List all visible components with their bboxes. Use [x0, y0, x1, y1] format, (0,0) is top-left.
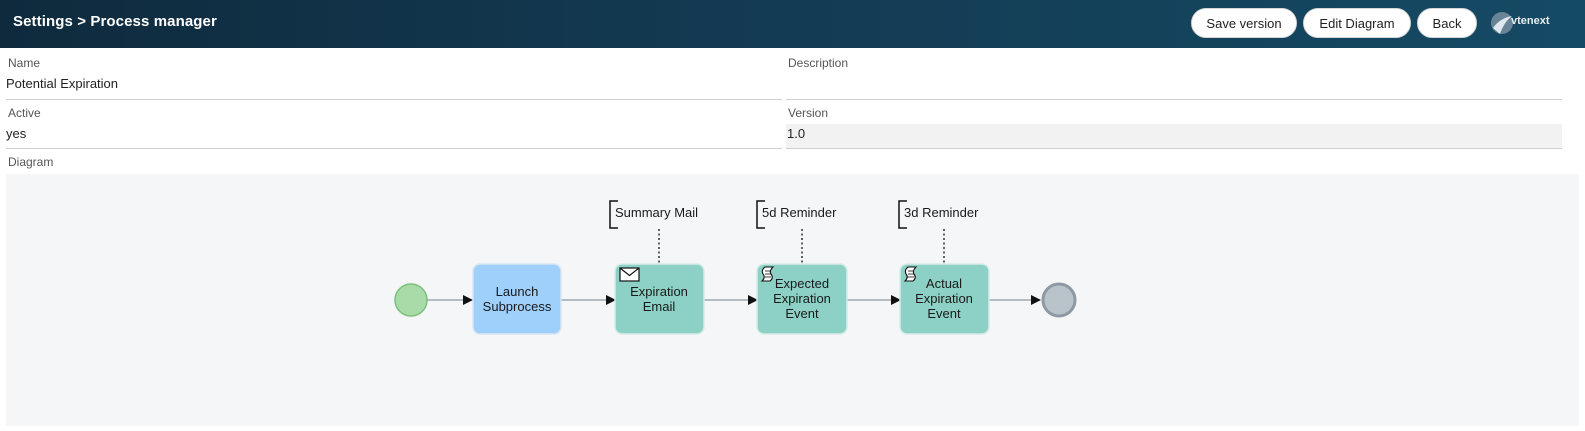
annotation-text: 3d Reminder [904, 205, 979, 220]
description-underline [786, 99, 1562, 100]
task-label-line: Event [785, 306, 819, 321]
annotation-text: 5d Reminder [762, 205, 837, 220]
back-button[interactable]: Back [1417, 8, 1477, 38]
edit-diagram-button[interactable]: Edit Diagram [1303, 8, 1411, 38]
top-bar: Settings > Process manager Save version … [0, 0, 1585, 48]
task-label-line: Subprocess [483, 299, 552, 314]
script-icon [903, 266, 918, 282]
annotation-3d-reminder[interactable]: 3d Reminder [898, 200, 979, 263]
breadcrumb: Settings > Process manager [13, 13, 217, 30]
script-icon [760, 266, 775, 282]
envelope-icon [619, 267, 640, 282]
name-label: Name [8, 56, 41, 70]
version-field [786, 124, 1562, 149]
task-expiration-email[interactable]: Expiration Email [614, 263, 705, 335]
task-label-line: Expiration [630, 284, 688, 299]
annotation-text: Summary Mail [615, 205, 698, 220]
start-event[interactable] [394, 283, 428, 317]
description-label: Description [788, 56, 849, 70]
end-event[interactable] [1041, 282, 1077, 318]
annotation-5d-reminder[interactable]: 5d Reminder [756, 200, 837, 263]
vtenext-logo: vtenext [1490, 10, 1570, 38]
diagram-label: Diagram [8, 155, 54, 169]
task-actual-expiration-event[interactable]: Actual Expiration Event [899, 263, 990, 335]
task-label-line: Expiration [915, 291, 973, 306]
task-launch-subprocess[interactable]: Launch Subprocess [472, 263, 562, 335]
task-label-line: Expiration [773, 291, 831, 306]
task-expected-expiration-event[interactable]: Expected Expiration Event [756, 263, 848, 335]
task-label-line: Expected [775, 276, 829, 291]
version-label: Version [788, 106, 829, 120]
task-label-line: Launch [496, 284, 539, 299]
active-label: Active [8, 106, 41, 120]
name-value: Potential Expiration [6, 76, 119, 91]
annotation-summary-mail[interactable]: Summary Mail [609, 200, 698, 263]
process-diagram: Launch Subprocess Expiration Email Expec… [394, 200, 1077, 335]
save-version-button[interactable]: Save version [1191, 8, 1297, 38]
task-label-line: Actual [926, 276, 962, 291]
active-underline [6, 148, 782, 149]
version-value: 1.0 [787, 126, 806, 141]
active-value: yes [6, 126, 27, 141]
task-label-line: Email [643, 299, 676, 314]
logo-text: vtenext [1511, 15, 1550, 27]
diagram-canvas: Launch Subprocess Expiration Email Expec… [6, 174, 1579, 426]
task-label-line: Event [927, 306, 961, 321]
name-underline [6, 99, 782, 100]
